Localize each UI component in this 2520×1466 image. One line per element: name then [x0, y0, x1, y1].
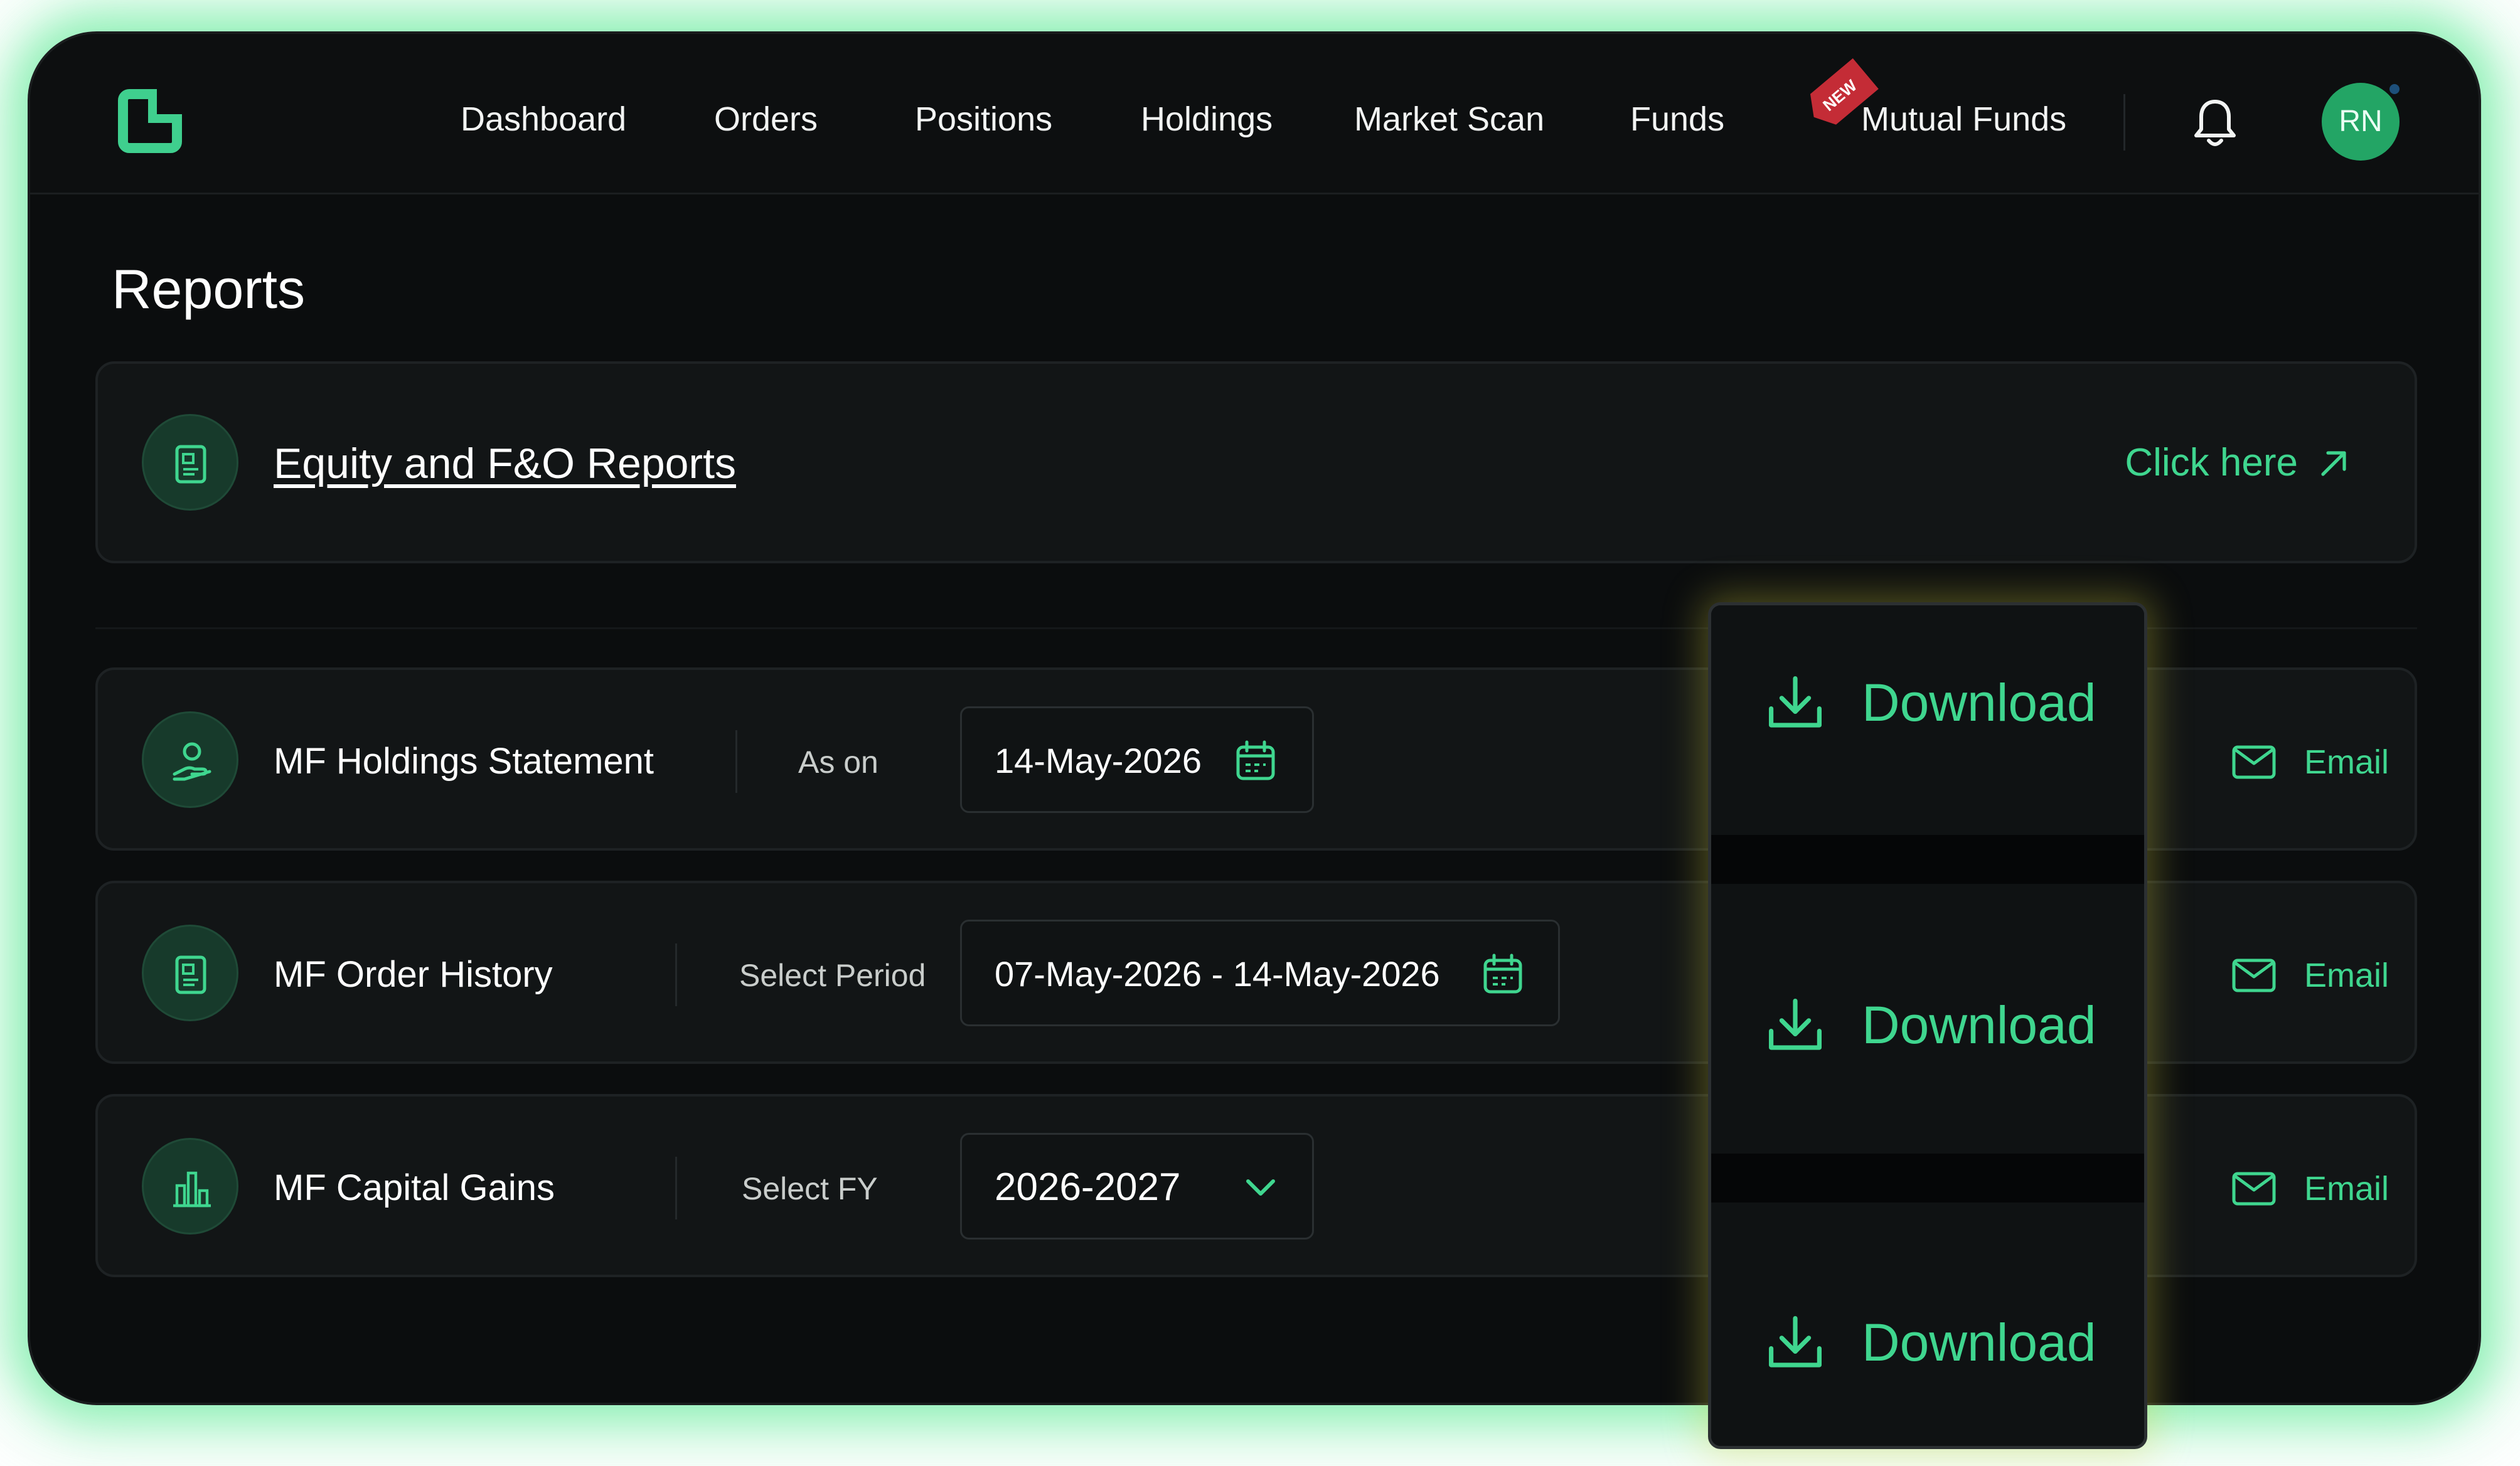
report-doc-icon	[142, 414, 238, 511]
download-panel: Download Download Download	[1708, 602, 2147, 1449]
calendar-icon[interactable]	[1233, 738, 1278, 783]
download-icon	[1769, 999, 1822, 1050]
download-icon	[1769, 676, 1822, 728]
download-button[interactable]: Download	[1765, 668, 2096, 737]
mail-icon	[2232, 959, 2276, 992]
report-title: MF Holdings Statement	[274, 741, 654, 782]
report-title: MF Order History	[274, 954, 553, 995]
bar-chart-icon	[142, 1138, 238, 1235]
download-button[interactable]: Download	[1765, 991, 2096, 1060]
date-picker[interactable]: 14-May-2026	[960, 706, 1314, 813]
arrow-up-right-icon	[2321, 451, 2346, 476]
mail-icon	[2232, 745, 2276, 779]
chevron-down-icon[interactable]	[1238, 1165, 1283, 1210]
page-title: Reports	[112, 258, 306, 320]
click-here-link[interactable]: Click here	[2125, 438, 2352, 488]
click-here-label: Click here	[2125, 441, 2298, 484]
nav-orders[interactable]: Orders	[714, 94, 818, 144]
nav-positions[interactable]: Positions	[915, 94, 1052, 144]
mail-icon	[2232, 1172, 2276, 1206]
nav-dashboard[interactable]: Dashboard	[461, 94, 626, 144]
equity-reports-link[interactable]: Equity and F&O Reports	[274, 435, 736, 492]
user-avatar[interactable]: RN	[2322, 83, 2400, 161]
user-hand-icon	[142, 711, 238, 808]
fy-dropdown[interactable]: 2026-2027	[960, 1133, 1314, 1240]
avatar-status-dot	[2387, 82, 2402, 97]
row-divider	[675, 943, 677, 1006]
email-label: Email	[2304, 1170, 2389, 1208]
download-item[interactable]: Download	[1711, 605, 2144, 835]
nav-funds[interactable]: Funds	[1630, 94, 1724, 144]
download-button[interactable]: Download	[1765, 1308, 2096, 1377]
bell-icon[interactable]	[2190, 97, 2240, 152]
nav-market-scan[interactable]: Market Scan	[1354, 94, 1544, 144]
download-icon	[1769, 1316, 1822, 1368]
download-item[interactable]: Download	[1711, 1203, 2144, 1446]
row-divider	[675, 1157, 677, 1219]
date-value: 14-May-2026	[995, 741, 1202, 780]
top-nav: Dashboard Orders Positions Holdings Mark…	[30, 34, 2479, 194]
nav-holdings[interactable]: Holdings	[1141, 94, 1273, 144]
equity-reports-card[interactable]: Equity and F&O Reports Click here	[95, 361, 2417, 563]
calendar-icon[interactable]	[1480, 952, 1525, 997]
panel-gap	[1711, 1154, 2144, 1203]
panel-gap	[1711, 835, 2144, 884]
row-divider	[735, 730, 737, 793]
email-label: Email	[2304, 957, 2389, 994]
report-title: MF Capital Gains	[274, 1167, 555, 1208]
date-label: As on	[798, 745, 878, 780]
period-label: Select Period	[739, 958, 926, 993]
download-item[interactable]: Download	[1711, 884, 2144, 1154]
date-range-picker[interactable]: 07-May-2026 - 14-May-2026	[960, 920, 1560, 1026]
email-label: Email	[2304, 743, 2389, 781]
document-icon	[142, 925, 238, 1021]
nav-divider	[2123, 94, 2125, 151]
email-button[interactable]: Email	[2231, 1167, 2389, 1211]
download-label: Download	[1862, 1313, 2096, 1372]
download-label: Download	[1862, 673, 2096, 732]
fy-label: Select FY	[742, 1171, 878, 1206]
date-range-value: 07-May-2026 - 14-May-2026	[995, 954, 1440, 994]
download-label: Download	[1862, 996, 2096, 1054]
nav-mutual-funds[interactable]: Mutual Funds	[1861, 94, 2066, 144]
email-button[interactable]: Email	[2231, 953, 2389, 997]
fy-value: 2026-2027	[995, 1166, 1181, 1209]
app-logo-icon[interactable]	[118, 89, 182, 153]
email-button[interactable]: Email	[2231, 740, 2389, 784]
